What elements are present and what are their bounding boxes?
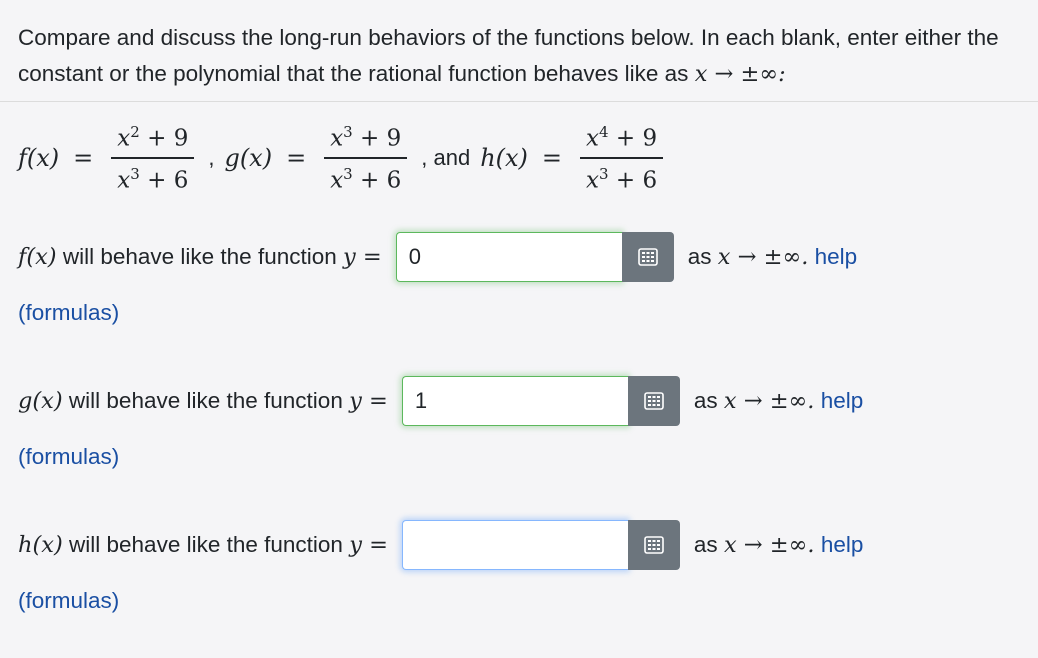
function-definitions: f(x) = x2 + 9 x3 + 6 , g(x) = x3 + 9 x3 …	[18, 118, 667, 198]
g-denominator: x3 + 6	[330, 164, 402, 194]
equals-sign: =	[73, 144, 94, 172]
question-g-suffix: as x → ±∞. help	[693, 388, 864, 414]
help-link-g[interactable]: help	[821, 388, 864, 413]
answer-input-f[interactable]	[395, 232, 622, 282]
h-lhs: h(x)	[480, 144, 528, 172]
intro-limit: x → ±∞:	[694, 61, 786, 87]
g-numerator: x3 + 9	[330, 122, 402, 152]
h-numerator: x4 + 9	[586, 122, 658, 152]
comma: ,	[208, 145, 215, 170]
help-link-f[interactable]: help	[815, 244, 858, 269]
question-f-fn: f(x)	[18, 244, 57, 270]
question-g-label: will behave like the function	[68, 388, 343, 413]
math-keyboard-button-h[interactable]	[627, 520, 680, 570]
question-g-y: y =	[349, 388, 388, 414]
f-lhs: f(x)	[18, 144, 60, 172]
question-h-suffix: as x → ±∞. help	[693, 532, 864, 558]
equals-sign: =	[541, 144, 563, 172]
math-keyboard-button-g[interactable]	[627, 376, 680, 426]
question-f-label: will behave like the function	[62, 244, 337, 269]
keyboard-icon	[644, 536, 664, 554]
question-h-y: y =	[349, 532, 388, 558]
answer-input-h[interactable]	[401, 520, 628, 570]
keyboard-icon	[644, 392, 664, 410]
formulas-link-f[interactable]: (formulas)	[18, 300, 119, 326]
question-g: g(x) will behave like the function y = a…	[18, 374, 863, 428]
g-fraction: x3 + 9 x3 + 6	[324, 122, 408, 194]
question-f-suffix: as x → ±∞. help	[687, 244, 858, 270]
formulas-link-h[interactable]: (formulas)	[18, 588, 119, 614]
question-g-fn: g(x)	[18, 388, 63, 414]
f-fraction: x2 + 9 x3 + 6	[111, 122, 195, 194]
h-denominator: x3 + 6	[586, 164, 658, 194]
math-keyboard-button-f[interactable]	[621, 232, 674, 282]
problem-intro: Compare and discuss the long-run behavio…	[18, 20, 1028, 92]
and-text: , and	[421, 145, 471, 170]
question-h: h(x) will behave like the function y = a…	[18, 518, 863, 572]
h-fraction: x4 + 9 x3 + 6	[580, 122, 664, 194]
help-link-h[interactable]: help	[821, 532, 864, 557]
question-h-fn: h(x)	[18, 532, 63, 558]
question-h-label: will behave like the function	[69, 532, 343, 557]
divider	[0, 101, 1038, 102]
g-lhs: g(x)	[224, 144, 273, 172]
f-denominator: x3 + 6	[117, 164, 189, 194]
keyboard-icon	[637, 248, 658, 266]
equals-sign: =	[286, 144, 307, 172]
f-numerator: x2 + 9	[117, 122, 189, 152]
formulas-link-g[interactable]: (formulas)	[18, 444, 119, 470]
intro-text: Compare and discuss the long-run behavio…	[18, 25, 999, 86]
question-f: f(x) will behave like the function y = a…	[18, 230, 857, 284]
question-f-y: y =	[343, 244, 382, 270]
answer-input-g[interactable]	[401, 376, 628, 426]
